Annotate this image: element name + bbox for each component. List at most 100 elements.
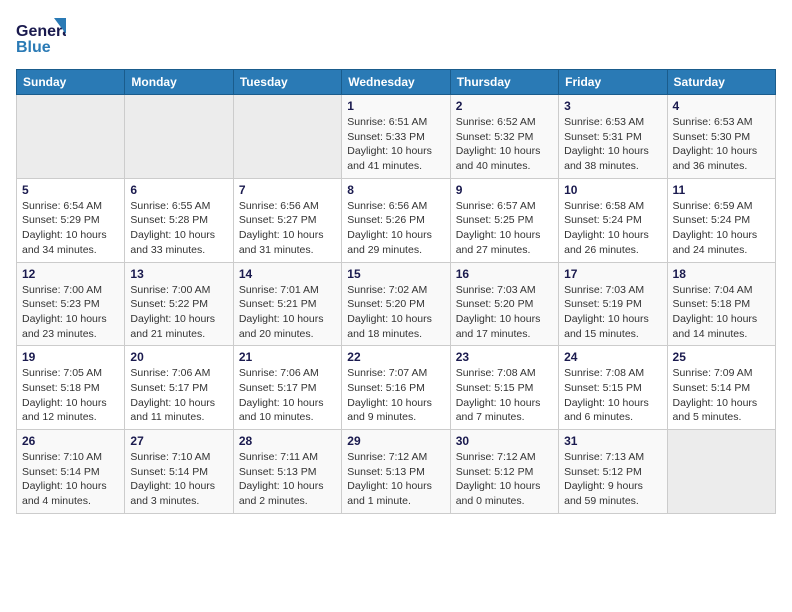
- day-number: 18: [673, 267, 770, 281]
- header: General Blue: [16, 16, 776, 61]
- column-header-wednesday: Wednesday: [342, 70, 450, 95]
- day-number: 25: [673, 350, 770, 364]
- day-number: 5: [22, 183, 119, 197]
- day-info: Sunrise: 7:12 AMSunset: 5:13 PMDaylight:…: [347, 450, 444, 509]
- calendar-cell: 7 Sunrise: 6:56 AMSunset: 5:27 PMDaylight…: [233, 178, 341, 262]
- calendar-cell: 17 Sunrise: 7:03 AMSunset: 5:19 PMDayligh…: [559, 262, 667, 346]
- day-info: Sunrise: 7:08 AMSunset: 5:15 PMDaylight:…: [564, 366, 661, 425]
- calendar-cell: 30Sunrise: 7:12 AMSunset: 5:12 PMDayligh…: [450, 430, 558, 514]
- calendar-cell: 27 Sunrise: 7:10 AMSunset: 5:14 PMDayligh…: [125, 430, 233, 514]
- day-number: 20: [130, 350, 227, 364]
- day-number: 26: [22, 434, 119, 448]
- calendar-cell: 23Sunrise: 7:08 AMSunset: 5:15 PMDayligh…: [450, 346, 558, 430]
- calendar-cell: 31 Sunrise: 7:13 AMSunset: 5:12 PMDayligh…: [559, 430, 667, 514]
- day-info: Sunrise: 6:53 AMSunset: 5:30 PMDaylight:…: [673, 115, 770, 174]
- day-info: Sunrise: 6:54 AMSunset: 5:29 PMDaylight:…: [22, 199, 119, 258]
- calendar-week-4: 19 Sunrise: 7:05 AMSunset: 5:18 PMDayligh…: [17, 346, 776, 430]
- calendar-cell: 16 Sunrise: 7:03 AMSunset: 5:20 PMDayligh…: [450, 262, 558, 346]
- day-info: Sunrise: 6:56 AMSunset: 5:26 PMDaylight:…: [347, 199, 444, 258]
- day-info: Sunrise: 6:51 AMSunset: 5:33 PMDaylight:…: [347, 115, 444, 174]
- calendar-cell: 26 Sunrise: 7:10 AMSunset: 5:14 PMDayligh…: [17, 430, 125, 514]
- day-info: Sunrise: 7:07 AMSunset: 5:16 PMDaylight:…: [347, 366, 444, 425]
- calendar-cell: 18Sunrise: 7:04 AMSunset: 5:18 PMDayligh…: [667, 262, 775, 346]
- day-number: 23: [456, 350, 553, 364]
- day-number: 15: [347, 267, 444, 281]
- day-info: Sunrise: 7:03 AMSunset: 5:20 PMDaylight:…: [456, 283, 553, 342]
- calendar-cell: [667, 430, 775, 514]
- calendar-week-3: 12 Sunrise: 7:00 AMSunset: 5:23 PMDayligh…: [17, 262, 776, 346]
- day-number: 28: [239, 434, 336, 448]
- calendar-cell: 5 Sunrise: 6:54 AMSunset: 5:29 PMDaylight…: [17, 178, 125, 262]
- day-info: Sunrise: 7:00 AMSunset: 5:23 PMDaylight:…: [22, 283, 119, 342]
- day-number: 29: [347, 434, 444, 448]
- calendar-week-2: 5 Sunrise: 6:54 AMSunset: 5:29 PMDaylight…: [17, 178, 776, 262]
- day-number: 24: [564, 350, 661, 364]
- day-info: Sunrise: 7:02 AMSunset: 5:20 PMDaylight:…: [347, 283, 444, 342]
- day-number: 8: [347, 183, 444, 197]
- day-number: 10: [564, 183, 661, 197]
- calendar-cell: 24 Sunrise: 7:08 AMSunset: 5:15 PMDayligh…: [559, 346, 667, 430]
- day-info: Sunrise: 7:11 AMSunset: 5:13 PMDaylight:…: [239, 450, 336, 509]
- calendar-week-5: 26 Sunrise: 7:10 AMSunset: 5:14 PMDayligh…: [17, 430, 776, 514]
- calendar-cell: [125, 95, 233, 179]
- day-number: 1: [347, 99, 444, 113]
- column-header-thursday: Thursday: [450, 70, 558, 95]
- day-info: Sunrise: 7:06 AMSunset: 5:17 PMDaylight:…: [239, 366, 336, 425]
- day-info: Sunrise: 7:06 AMSunset: 5:17 PMDaylight:…: [130, 366, 227, 425]
- calendar-cell: 10 Sunrise: 6:58 AMSunset: 5:24 PMDayligh…: [559, 178, 667, 262]
- day-number: 3: [564, 99, 661, 113]
- column-header-friday: Friday: [559, 70, 667, 95]
- svg-text:General: General: [16, 23, 66, 40]
- calendar-cell: 14Sunrise: 7:01 AMSunset: 5:21 PMDayligh…: [233, 262, 341, 346]
- day-number: 22: [347, 350, 444, 364]
- day-info: Sunrise: 6:52 AMSunset: 5:32 PMDaylight:…: [456, 115, 553, 174]
- calendar-cell: 29 Sunrise: 7:12 AMSunset: 5:13 PMDayligh…: [342, 430, 450, 514]
- logo: General Blue: [16, 16, 70, 61]
- day-number: 21: [239, 350, 336, 364]
- calendar-cell: 1 Sunrise: 6:51 AMSunset: 5:33 PMDaylight…: [342, 95, 450, 179]
- svg-text:Blue: Blue: [16, 39, 51, 56]
- calendar-cell: 19 Sunrise: 7:05 AMSunset: 5:18 PMDayligh…: [17, 346, 125, 430]
- day-info: Sunrise: 6:55 AMSunset: 5:28 PMDaylight:…: [130, 199, 227, 258]
- calendar-cell: 11Sunrise: 6:59 AMSunset: 5:24 PMDayligh…: [667, 178, 775, 262]
- day-info: Sunrise: 7:10 AMSunset: 5:14 PMDaylight:…: [22, 450, 119, 509]
- day-number: 6: [130, 183, 227, 197]
- day-info: Sunrise: 7:03 AMSunset: 5:19 PMDaylight:…: [564, 283, 661, 342]
- calendar-cell: 28 Sunrise: 7:11 AMSunset: 5:13 PMDayligh…: [233, 430, 341, 514]
- calendar-cell: 15 Sunrise: 7:02 AMSunset: 5:20 PMDayligh…: [342, 262, 450, 346]
- day-number: 27: [130, 434, 227, 448]
- day-info: Sunrise: 6:58 AMSunset: 5:24 PMDaylight:…: [564, 199, 661, 258]
- day-info: Sunrise: 7:00 AMSunset: 5:22 PMDaylight:…: [130, 283, 227, 342]
- calendar-cell: 2Sunrise: 6:52 AMSunset: 5:32 PMDaylight…: [450, 95, 558, 179]
- day-number: 31: [564, 434, 661, 448]
- calendar-cell: 8 Sunrise: 6:56 AMSunset: 5:26 PMDaylight…: [342, 178, 450, 262]
- day-number: 19: [22, 350, 119, 364]
- calendar-cell: 12 Sunrise: 7:00 AMSunset: 5:23 PMDayligh…: [17, 262, 125, 346]
- day-number: 17: [564, 267, 661, 281]
- calendar-cell: 9 Sunrise: 6:57 AMSunset: 5:25 PMDaylight…: [450, 178, 558, 262]
- column-header-monday: Monday: [125, 70, 233, 95]
- calendar-cell: 21 Sunrise: 7:06 AMSunset: 5:17 PMDayligh…: [233, 346, 341, 430]
- calendar-week-1: 1 Sunrise: 6:51 AMSunset: 5:33 PMDaylight…: [17, 95, 776, 179]
- day-info: Sunrise: 7:05 AMSunset: 5:18 PMDaylight:…: [22, 366, 119, 425]
- day-info: Sunrise: 6:59 AMSunset: 5:24 PMDaylight:…: [673, 199, 770, 258]
- calendar-cell: 22 Sunrise: 7:07 AMSunset: 5:16 PMDayligh…: [342, 346, 450, 430]
- column-header-tuesday: Tuesday: [233, 70, 341, 95]
- day-number: 12: [22, 267, 119, 281]
- calendar-cell: 4Sunrise: 6:53 AMSunset: 5:30 PMDaylight…: [667, 95, 775, 179]
- day-number: 30: [456, 434, 553, 448]
- day-number: 9: [456, 183, 553, 197]
- day-number: 16: [456, 267, 553, 281]
- day-info: Sunrise: 7:01 AMSunset: 5:21 PMDaylight:…: [239, 283, 336, 342]
- day-info: Sunrise: 7:13 AMSunset: 5:12 PMDaylight:…: [564, 450, 661, 509]
- calendar-cell: 13Sunrise: 7:00 AMSunset: 5:22 PMDayligh…: [125, 262, 233, 346]
- day-info: Sunrise: 6:56 AMSunset: 5:27 PMDaylight:…: [239, 199, 336, 258]
- calendar-cell: [233, 95, 341, 179]
- calendar-table: SundayMondayTuesdayWednesdayThursdayFrid…: [16, 69, 776, 514]
- day-number: 7: [239, 183, 336, 197]
- day-info: Sunrise: 6:57 AMSunset: 5:25 PMDaylight:…: [456, 199, 553, 258]
- calendar-cell: 6 Sunrise: 6:55 AMSunset: 5:28 PMDaylight…: [125, 178, 233, 262]
- day-info: Sunrise: 7:10 AMSunset: 5:14 PMDaylight:…: [130, 450, 227, 509]
- calendar-cell: 3Sunrise: 6:53 AMSunset: 5:31 PMDaylight…: [559, 95, 667, 179]
- column-header-saturday: Saturday: [667, 70, 775, 95]
